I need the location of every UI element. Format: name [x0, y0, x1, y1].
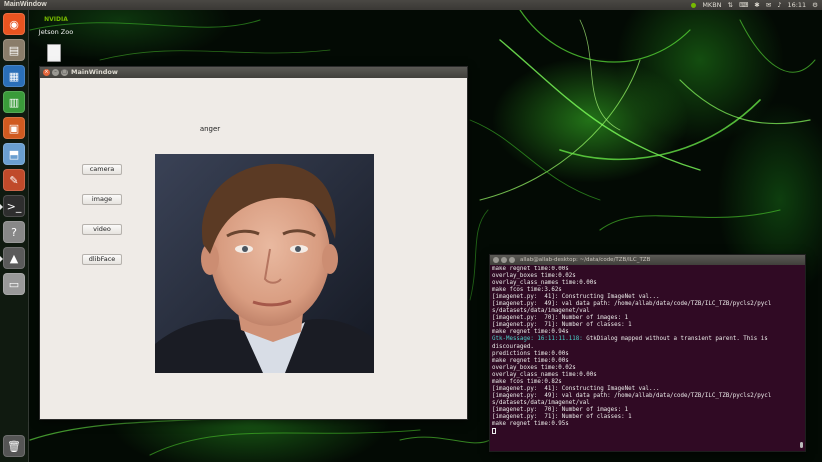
- main-window-title: MainWindow: [71, 68, 118, 76]
- system-settings-icon[interactable]: ✎: [3, 169, 25, 191]
- gtk-message-time: 16:11:11.118:: [537, 336, 583, 343]
- video-button[interactable]: video: [82, 224, 122, 235]
- bluetooth-icon[interactable]: ✱: [754, 0, 759, 10]
- face-photo: [155, 154, 374, 373]
- close-icon[interactable]: ×: [43, 69, 50, 76]
- terminal-titlebar[interactable]: allab@allab-desktop: ~/data/code/TZB/ILC…: [490, 255, 805, 265]
- session-gear-icon[interactable]: ⚙: [812, 0, 818, 10]
- terminal-scrollbar[interactable]: [800, 266, 804, 450]
- input-method-indicator[interactable]: MKBN: [702, 0, 721, 10]
- terminal-icon[interactable]: >_: [0, 195, 25, 217]
- terminal-line: [imagenet.py: 49]: val data path: /home/…: [492, 301, 772, 308]
- help-icon[interactable]: ?: [3, 221, 25, 243]
- drive-icon[interactable]: ▭: [3, 273, 25, 295]
- face-photo-drawing: [155, 154, 374, 373]
- terminal-line: overlay_class_names time:0.00s: [492, 371, 597, 378]
- terminal-title: allab@allab-desktop: ~/data/code/TZB/ILC…: [520, 257, 651, 263]
- ubuntu-dash-icon[interactable]: ◉: [3, 13, 25, 35]
- calc-icon[interactable]: ▥: [3, 91, 25, 113]
- terminal-line: overlay_boxes time:0.02s: [492, 364, 576, 371]
- writer-icon[interactable]: ▦: [3, 65, 25, 87]
- terminal-line: make fcos time:0.82s: [492, 378, 562, 385]
- synaptic-icon[interactable]: ▲: [0, 247, 25, 269]
- active-window-title: MainWindow: [4, 1, 47, 8]
- terminal-line: make regnet time:0.00s: [492, 266, 569, 272]
- document-file-icon: [47, 44, 61, 62]
- terminal-line: overlay_class_names time:0.00s: [492, 280, 597, 287]
- minimize-icon[interactable]: –: [52, 69, 59, 76]
- maximize-icon[interactable]: □: [61, 69, 68, 76]
- clock[interactable]: 16:11: [787, 0, 806, 10]
- terminal-line: overlay_boxes time:0.02s: [492, 273, 576, 280]
- image-button[interactable]: image: [82, 194, 122, 205]
- terminal-line: make regnet time:0.95s: [492, 421, 569, 428]
- terminal-line: [imagenet.py: 71]: Number of classes: 1: [492, 413, 632, 420]
- network-icon[interactable]: ⇅: [728, 0, 733, 10]
- terminal-line: [imagenet.py: 49]: val data path: /home/…: [492, 392, 772, 399]
- terminal-line: make regnet time:0.94s: [492, 329, 569, 336]
- main-window: × – □ MainWindow anger camera image vide…: [39, 66, 468, 420]
- software-center-icon[interactable]: ⬒: [3, 143, 25, 165]
- system-tray: ● MKBN ⇅ ⌨ ✱ ✉ ♪ 16:11 ⚙: [691, 0, 818, 10]
- terminal-line: [imagenet.py: 41]: Constructing ImageNet…: [492, 385, 660, 392]
- desktop-icon-jetson-zoo[interactable]: NVIDIA Jetson Zoo: [36, 12, 76, 36]
- desktop-icon-label: Jetson Zoo: [38, 28, 74, 36]
- terminal-line: discouraged.: [492, 343, 534, 350]
- terminal-cursor: [492, 428, 496, 435]
- terminal-line: [imagenet.py: 71]: Number of classes: 1: [492, 322, 632, 329]
- maximize-icon[interactable]: [509, 257, 515, 263]
- terminal-line: s/datasets/data/imagenet/val: [492, 308, 590, 315]
- terminal-line: make fcos time:3.62s: [492, 287, 562, 294]
- minimize-icon[interactable]: [501, 257, 507, 263]
- launcher: ◉ ▤ ▦ ▥ ▣ ⬒ ✎ >_ ? ▲ ▭ 🗑: [0, 10, 29, 462]
- terminal-line: make regnet time:0.00s: [492, 357, 569, 364]
- nvidia-app-icon: NVIDIA: [44, 16, 68, 23]
- terminal-line: [imagenet.py: 70]: Number of images: 1: [492, 315, 629, 322]
- mail-icon[interactable]: ✉: [766, 0, 771, 10]
- terminal-output[interactable]: make regnet time:0.00s overlay_boxes time…: [492, 266, 798, 450]
- emotion-result-label: anger: [199, 125, 221, 133]
- nvidia-tray-icon[interactable]: ●: [691, 0, 697, 10]
- gtk-message-text: GtkDialog mapped without a transient par…: [582, 336, 768, 343]
- keyboard-icon[interactable]: ⌨: [739, 0, 748, 10]
- files-icon[interactable]: ▤: [3, 39, 25, 61]
- impress-icon[interactable]: ▣: [3, 117, 25, 139]
- terminal-line: s/datasets/data/imagenet/val: [492, 399, 590, 406]
- main-window-titlebar[interactable]: × – □ MainWindow: [40, 67, 467, 78]
- trash-icon[interactable]: 🗑: [3, 435, 25, 457]
- terminal-line: predictions time:0.00s: [492, 350, 569, 357]
- dlibface-button[interactable]: dlibFace: [82, 254, 122, 265]
- running-indicator: [0, 256, 3, 262]
- terminal-window: allab@allab-desktop: ~/data/code/TZB/ILC…: [489, 254, 806, 452]
- terminal-line: [imagenet.py: 70]: Number of images: 1: [492, 406, 629, 413]
- desktop-icon-document[interactable]: [47, 44, 63, 62]
- camera-button[interactable]: camera: [82, 164, 122, 175]
- terminal-line-gtk: Gtk-Message: 16:11:11.118: GtkDialog map…: [492, 336, 798, 343]
- top-panel: MainWindow ● MKBN ⇅ ⌨ ✱ ✉ ♪ 16:11 ⚙: [0, 0, 822, 10]
- terminal-line: [imagenet.py: 41]: Constructing ImageNet…: [492, 294, 660, 301]
- running-indicator: [0, 204, 3, 210]
- volume-icon[interactable]: ♪: [777, 0, 781, 10]
- terminal-cursor-line: [492, 428, 798, 436]
- close-icon[interactable]: [493, 257, 499, 263]
- gtk-message-prefix: Gtk-Message:: [492, 336, 534, 343]
- scrollbar-thumb[interactable]: [800, 442, 803, 448]
